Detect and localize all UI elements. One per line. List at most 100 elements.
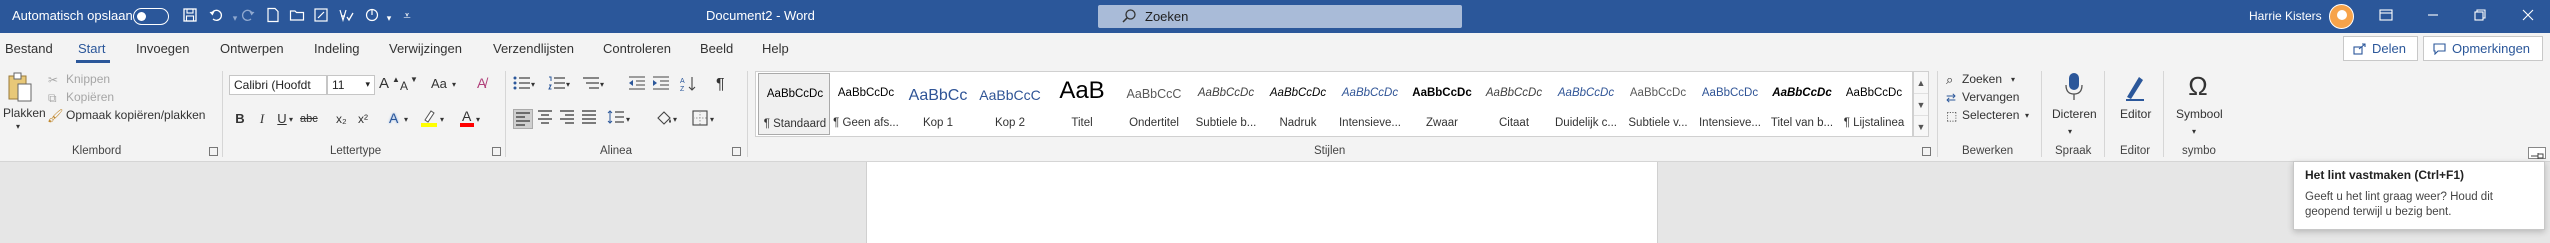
numbering-chevron-icon[interactable]: ▾ — [566, 76, 570, 94]
sort-icon[interactable]: AZ — [680, 76, 698, 93]
style-geen-afstand[interactable]: AaBbCcDc ¶ Geen afs... — [830, 73, 902, 135]
share-button[interactable]: Delen — [2343, 36, 2418, 61]
microphone-icon[interactable] — [2062, 71, 2086, 103]
format-painter-icon[interactable] — [312, 7, 330, 25]
borders-chevron-icon[interactable]: ▾ — [710, 111, 714, 129]
omega-icon[interactable]: Ω — [2186, 71, 2210, 101]
tab-ontwerpen[interactable]: Ontwerpen — [220, 41, 284, 56]
editor-icon[interactable] — [2123, 71, 2147, 103]
styles-scroll-up-icon[interactable]: ▲ — [1914, 72, 1928, 94]
search-icon[interactable]: ⌕ — [1946, 71, 1953, 89]
editor-label[interactable]: Editor — [2120, 107, 2151, 121]
shading-chevron-icon[interactable]: ▾ — [673, 111, 677, 129]
change-case-chevron-icon[interactable]: ▾ — [452, 76, 456, 94]
align-center-icon[interactable] — [536, 110, 554, 128]
tab-verzendlijsten[interactable]: Verzendlijsten — [493, 41, 574, 56]
style-intensieve-verwijzing[interactable]: AaBbCcDc Intensieve... — [1694, 73, 1766, 135]
dictate-label[interactable]: Dicteren — [2052, 107, 2097, 121]
symbol-chevron-icon[interactable]: ▾ — [2192, 123, 2196, 141]
open-folder-icon[interactable] — [288, 7, 306, 25]
styles-more-icon[interactable]: ▼ — [1914, 116, 1928, 138]
text-effects-icon[interactable]: A — [389, 109, 398, 127]
save-icon[interactable] — [181, 7, 199, 25]
line-spacing-icon[interactable] — [607, 110, 625, 128]
tab-indeling[interactable]: Indeling — [314, 41, 360, 56]
styles-launcher-icon[interactable] — [1922, 147, 1931, 156]
clear-formatting-icon[interactable]: A̸ — [477, 74, 486, 92]
style-titel-van-boek[interactable]: AaBbCcDc Titel van b... — [1766, 73, 1838, 135]
highlight-icon[interactable] — [420, 108, 438, 128]
highlight-chevron-icon[interactable]: ▾ — [440, 111, 444, 129]
font-size-select[interactable]: 11 ▾ — [327, 75, 375, 95]
style-kop-2[interactable]: AaBbCcC Kop 2 — [974, 73, 1046, 135]
numbering-icon[interactable] — [548, 76, 566, 92]
superscript-icon[interactable]: x² — [358, 110, 368, 128]
text-effects-chevron-icon[interactable]: ▾ — [404, 111, 408, 129]
tab-start[interactable]: Start — [78, 41, 105, 56]
style-nadruk[interactable]: AaBbCcDc Nadruk — [1262, 73, 1334, 135]
tab-help[interactable]: Help — [762, 41, 789, 56]
select-label[interactable]: Selecteren — [1962, 108, 2019, 122]
comments-button[interactable]: Opmerkingen — [2423, 36, 2543, 61]
select-icon[interactable]: ⬚ — [1946, 107, 1957, 125]
increase-indent-icon[interactable] — [652, 76, 670, 92]
ribbon-display-options-icon[interactable] — [2376, 6, 2396, 26]
dictate-chevron-icon[interactable]: ▾ — [2068, 123, 2072, 141]
shading-icon[interactable] — [655, 110, 673, 128]
strikethrough-icon[interactable]: abc — [300, 110, 318, 128]
decrease-indent-icon[interactable] — [628, 76, 646, 92]
tab-bestand[interactable]: Bestand — [5, 41, 53, 56]
document-page[interactable] — [866, 162, 1658, 243]
tab-verwijzingen[interactable]: Verwijzingen — [389, 41, 462, 56]
justify-icon[interactable] — [580, 110, 598, 128]
user-name[interactable]: Harrie Kisters — [2249, 9, 2322, 23]
paragraph-launcher-icon[interactable] — [732, 147, 741, 156]
multilevel-chevron-icon[interactable]: ▾ — [600, 76, 604, 94]
style-citaat[interactable]: AaBbCcDc Citaat — [1478, 73, 1550, 135]
clipboard-launcher-icon[interactable] — [209, 147, 218, 156]
underline-icon[interactable]: U — [275, 110, 289, 128]
paste-label[interactable]: Plakken — [3, 106, 46, 120]
align-left-icon[interactable] — [513, 109, 533, 129]
replace-icon[interactable]: ⇄ — [1946, 89, 1956, 107]
style-subtiele-benadrukking[interactable]: AaBbCcDc Subtiele b... — [1190, 73, 1262, 135]
avatar[interactable] — [2329, 4, 2354, 29]
find-chevron-icon[interactable]: ▾ — [2011, 71, 2015, 89]
replace-label[interactable]: Vervangen — [1962, 90, 2019, 104]
minimize-icon[interactable] — [2423, 6, 2443, 26]
shrink-font-icon[interactable]: A — [400, 77, 408, 95]
multilevel-list-icon[interactable] — [582, 76, 600, 92]
style-standaard[interactable]: AaBbCcDc ¶ Standaard — [758, 73, 830, 135]
font-family-select[interactable]: Calibri (Hoofdt — [229, 75, 327, 95]
italic-icon[interactable]: I — [255, 110, 269, 128]
spelling-icon[interactable] — [337, 7, 355, 25]
paste-icon[interactable] — [5, 71, 35, 105]
undo-icon[interactable] — [207, 7, 225, 25]
line-spacing-chevron-icon[interactable]: ▾ — [626, 111, 630, 129]
style-titel[interactable]: AaB Titel — [1046, 73, 1118, 135]
style-lijstalinea[interactable]: AaBbCcDc ¶ Lijstalinea — [1838, 73, 1910, 135]
style-ondertitel[interactable]: AaBbCcC Ondertitel — [1118, 73, 1190, 135]
symbol-label[interactable]: Symbool — [2176, 107, 2223, 121]
style-duidelijk-citaat[interactable]: AaBbCcDc Duidelijk c... — [1550, 73, 1622, 135]
redo-icon[interactable] — [239, 7, 257, 25]
format-painter-label[interactable]: Opmaak kopiëren/plakken — [66, 108, 205, 122]
change-case-icon[interactable]: Aa — [431, 75, 447, 93]
font-color-icon[interactable]: A — [459, 108, 475, 128]
style-subtiele-verwijzing[interactable]: AaBbCcDc Subtiele v... — [1622, 73, 1694, 135]
underline-chevron-icon[interactable]: ▾ — [289, 111, 293, 129]
find-label[interactable]: Zoeken — [1962, 72, 2002, 86]
paste-dropdown-icon[interactable]: ▾ — [16, 122, 20, 131]
bullets-chevron-icon[interactable]: ▾ — [531, 76, 535, 94]
select-chevron-icon[interactable]: ▾ — [2025, 107, 2029, 125]
align-right-icon[interactable] — [558, 110, 576, 128]
search-box[interactable]: Zoeken — [1098, 5, 1462, 28]
style-intensieve-nadruk[interactable]: AaBbCcDc Intensieve... — [1334, 73, 1406, 135]
tab-beeld[interactable]: Beeld — [700, 41, 733, 56]
font-color-chevron-icon[interactable]: ▾ — [476, 111, 480, 129]
bold-icon[interactable]: B — [233, 110, 247, 128]
styles-scroll-down-icon[interactable]: ▼ — [1914, 94, 1928, 116]
style-kop-1[interactable]: AaBbCc Kop 1 — [902, 73, 974, 135]
pin-ribbon-icon[interactable] — [2528, 147, 2546, 159]
style-zwaar[interactable]: AaBbCcDc Zwaar — [1406, 73, 1478, 135]
